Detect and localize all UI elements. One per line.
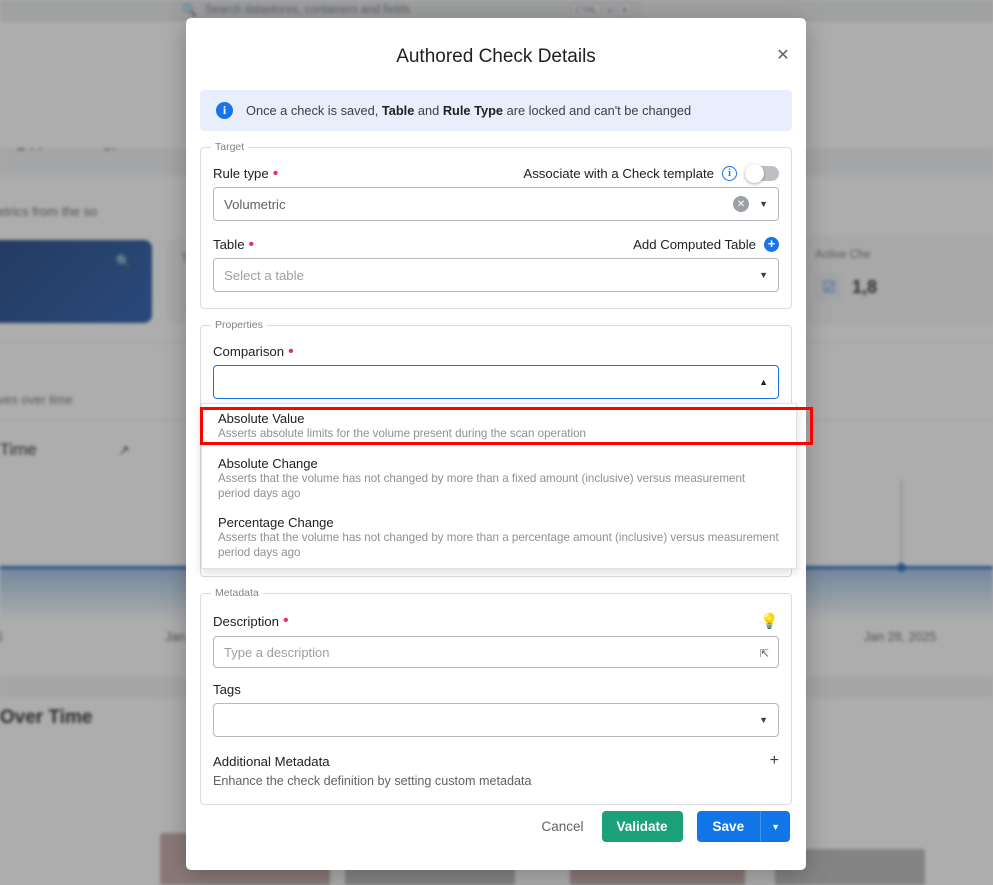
comparison-select[interactable]: ▲ (213, 365, 779, 399)
expand-icon[interactable]: ⇱ (760, 647, 769, 660)
metadata-section: Metadata Description • 💡 Type a descript… (200, 593, 792, 805)
info-icon: i (216, 102, 233, 119)
properties-section: Properties Comparison • ▲ Absolute Value… (200, 325, 792, 577)
tags-label: Tags (213, 682, 241, 697)
option-title: Percentage Change (218, 515, 780, 530)
required-marker-comparison: • (288, 347, 294, 357)
screen: 🔍 Search datastores, containers and fiel… (0, 0, 993, 885)
metadata-legend: Metadata (211, 587, 263, 599)
description-input[interactable]: Type a description ⇱ (213, 636, 779, 668)
info-icon-small[interactable]: i (722, 166, 737, 181)
option-title: Absolute Value (218, 411, 780, 426)
target-section: Target Rule type • Associate with a Chec… (200, 147, 792, 309)
banner-prefix: Once a check is saved, (246, 103, 382, 118)
associate-template-label: Associate with a Check template (523, 166, 714, 181)
rule-type-select[interactable]: Volumetric ✕ ▼ (213, 187, 779, 221)
table-placeholder: Select a table (224, 268, 304, 283)
add-metadata-icon[interactable]: + (770, 753, 779, 769)
description-placeholder: Type a description (224, 645, 330, 660)
option-absolute-change[interactable]: Absolute Change Asserts that the volume … (202, 449, 796, 509)
validate-button[interactable]: Validate (602, 811, 683, 842)
add-computed-table-button[interactable]: Add Computed Table + (633, 237, 779, 252)
additional-metadata-title: Additional Metadata (213, 754, 330, 769)
required-marker-description: • (283, 616, 289, 626)
option-title: Absolute Change (218, 456, 780, 471)
option-absolute-value[interactable]: Absolute Value Asserts absolute limits f… (202, 404, 796, 449)
option-percentage-change[interactable]: Percentage Change Asserts that the volum… (202, 508, 796, 568)
description-label-text: Description (213, 614, 279, 629)
description-label: Description • (213, 614, 289, 629)
chevron-up-icon[interactable]: ▲ (759, 377, 768, 387)
table-label: Table • (213, 237, 254, 252)
comparison-dropdown-wrapper: ▲ Absolute Value Asserts absolute limits… (213, 365, 779, 399)
additional-metadata-row: Additional Metadata + (213, 753, 779, 769)
add-computed-table-label: Add Computed Table (633, 237, 756, 252)
comparison-options-menu[interactable]: Absolute Value Asserts absolute limits f… (201, 403, 797, 569)
comparison-label-text: Comparison (213, 344, 284, 359)
banner-mid: and (414, 103, 442, 118)
authored-check-details-dialog: ✕ Authored Check Details i Once a check … (186, 18, 806, 870)
properties-legend: Properties (211, 319, 267, 331)
associate-template-toggle[interactable] (745, 166, 779, 181)
chevron-down-icon[interactable]: ▼ (759, 199, 768, 209)
dialog-footer: Cancel Validate Save ▼ (186, 811, 806, 870)
save-button-group: Save ▼ (697, 811, 790, 842)
rule-type-value: Volumetric (224, 197, 286, 212)
table-label-text: Table (213, 237, 245, 252)
plus-icon: + (764, 237, 779, 252)
banner-bold-rule-type: Rule Type (443, 103, 503, 118)
option-desc: Asserts absolute limits for the volume p… (218, 427, 780, 442)
info-banner-text: Once a check is saved, Table and Rule Ty… (246, 103, 691, 118)
associate-template-control: Associate with a Check template i (523, 166, 779, 181)
banner-suffix: are locked and can't be changed (503, 103, 691, 118)
required-marker-table: • (249, 240, 255, 250)
table-select[interactable]: Select a table ▼ (213, 258, 779, 292)
lightbulb-icon[interactable]: 💡 (760, 612, 779, 630)
option-desc: Asserts that the volume has not changed … (218, 472, 780, 502)
cancel-button[interactable]: Cancel (537, 812, 587, 841)
close-icon[interactable]: ✕ (770, 43, 796, 69)
info-banner: i Once a check is saved, Table and Rule … (200, 90, 792, 131)
chevron-down-icon-table[interactable]: ▼ (759, 270, 768, 280)
chevron-down-icon-tags[interactable]: ▼ (759, 715, 768, 725)
dialog-title: Authored Check Details (186, 18, 806, 68)
rule-type-label-text: Rule type (213, 166, 269, 181)
banner-bold-table: Table (382, 103, 414, 118)
save-button[interactable]: Save (697, 811, 761, 842)
clear-icon[interactable]: ✕ (733, 196, 749, 212)
option-desc: Asserts that the volume has not changed … (218, 531, 780, 561)
comparison-label: Comparison • (213, 344, 294, 359)
rule-type-label: Rule type • (213, 166, 278, 181)
toggle-knob (745, 164, 764, 183)
tags-select[interactable]: ▼ (213, 703, 779, 737)
save-dropdown-icon[interactable]: ▼ (760, 811, 790, 842)
target-legend: Target (211, 141, 248, 153)
additional-metadata-subtitle: Enhance the check definition by setting … (213, 774, 779, 788)
required-marker: • (273, 169, 279, 179)
